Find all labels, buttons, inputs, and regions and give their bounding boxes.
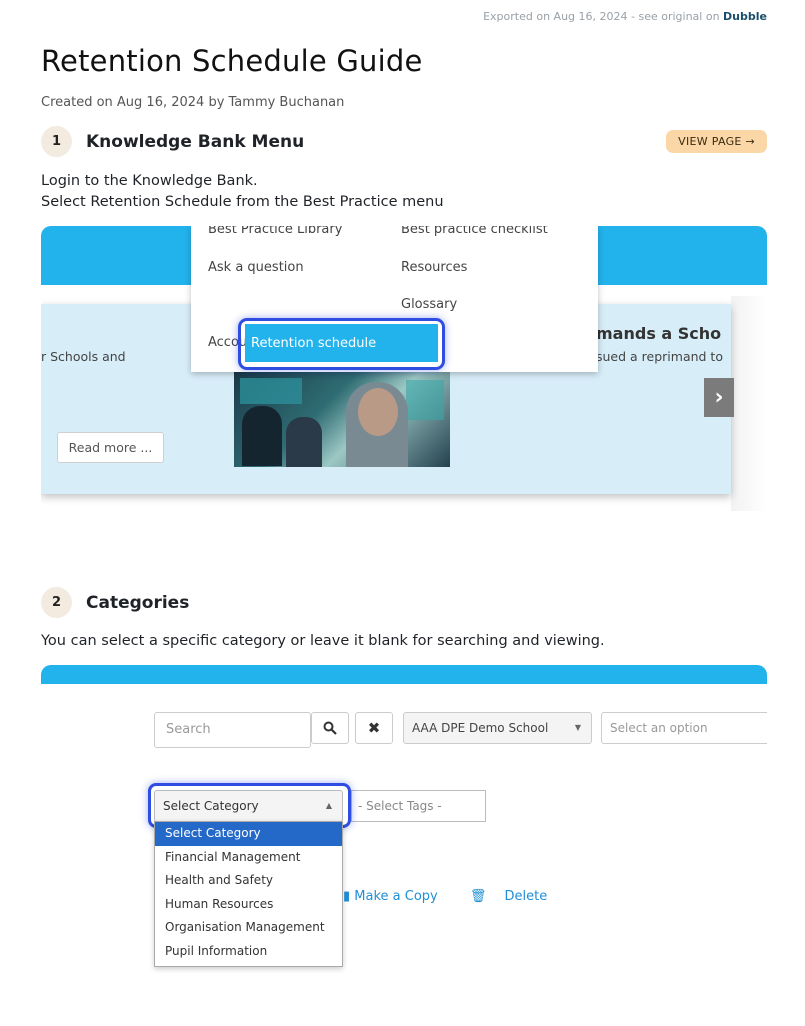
category-option[interactable]: Pupil Information [155,940,342,964]
search-icon [323,721,337,735]
make-a-copy-link[interactable]: ▮ Make a Copy [343,889,452,904]
category-option[interactable]: Human Resources [155,893,342,917]
carousel-right-text: sued a reprimand to [596,349,723,364]
export-note-text: Exported on Aug 16, 2024 - see original … [483,10,720,23]
category-option[interactable]: Financial Management [155,846,342,870]
tags-select[interactable]: - Select Tags - [351,790,486,822]
read-more-button[interactable]: Read more ... [57,432,164,463]
step-2-screenshot: Search ✖ AAA DPE Demo School ▼ Select an… [41,665,767,1005]
step-2-number: 2 [41,587,72,618]
dubble-link[interactable]: Dubble [723,10,767,23]
menu-item-glossary[interactable]: Glossary [401,297,457,312]
classroom-image [234,372,450,467]
carousel-shadow [731,296,767,511]
menu-item-resources[interactable]: Resources [401,260,467,275]
search-button[interactable] [311,712,349,744]
export-note: Exported on Aug 16, 2024 - see original … [483,10,767,23]
category-dropdown: Select Category Financial Management Hea… [154,821,343,967]
menu-item-best-practice-checklist[interactable]: Best practice checklist [401,226,548,237]
menu-item-best-practice-library[interactable]: Best Practice Library [208,226,342,237]
step-2-line-1: You can select a specific category or le… [41,633,605,649]
carousel-left-text: r Schools and [41,349,126,364]
category-option[interactable]: Select Category [155,822,342,846]
trash-icon: 🗑 [469,889,487,904]
search-input[interactable]: Search [154,712,311,748]
chevron-down-icon: ▼ [574,723,581,732]
step-2-title: Categories [86,592,190,613]
school-select[interactable]: AAA DPE Demo School ▼ [403,712,592,744]
category-option[interactable]: Health and Safety [155,869,342,893]
step-1-title: Knowledge Bank Menu [86,131,305,152]
carousel-right-heading: mands a Scho [596,324,722,343]
step-1-description: Login to the Knowledge Bank. Select Rete… [41,171,444,213]
clear-button[interactable]: ✖ [355,712,393,744]
page-title: Retention Schedule Guide [41,44,423,78]
step-1-line-2: Select Retention Schedule from the Best … [41,194,444,210]
step-2-header: 2 Categories [41,587,189,618]
delete-link[interactable]: 🗑 Delete [470,889,561,904]
close-icon: ✖ [367,719,381,737]
created-meta: Created on Aug 16, 2024 by Tammy Buchana… [41,95,345,110]
highlight-box [238,318,445,370]
step-1-header: 1 Knowledge Bank Menu [41,126,304,157]
option-select[interactable]: Select an option [601,712,767,744]
nav-bar [41,665,767,684]
step-1-screenshot: r Schools and Read more ... mands a Scho… [41,226,767,516]
view-page-button[interactable]: VIEW PAGE → [666,130,767,153]
category-option[interactable]: Organisation Management [155,916,342,940]
step-1-line-1: Login to the Knowledge Bank. [41,173,258,189]
step-2-description: You can select a specific category or le… [41,631,605,652]
menu-item-ask-a-question[interactable]: Ask a question [208,260,304,275]
school-select-value: AAA DPE Demo School [412,721,549,735]
record-actions: ▮ Make a Copy 🗑 Delete [343,889,575,904]
step-1-number: 1 [41,126,72,157]
chevron-right-icon[interactable]: › [704,378,734,417]
